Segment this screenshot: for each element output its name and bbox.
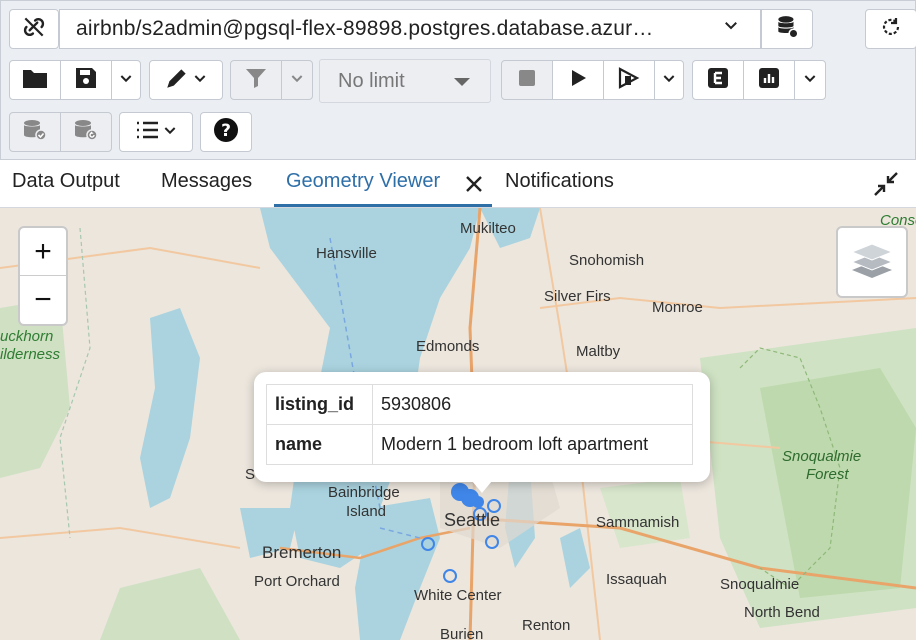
execute-options-dropdown[interactable]	[654, 60, 684, 100]
map-label: ilderness	[0, 346, 61, 363]
chevron-down-icon	[162, 122, 178, 143]
chevron-down-icon	[192, 70, 208, 91]
execute-button[interactable]	[552, 60, 604, 100]
layers-button[interactable]	[836, 226, 908, 298]
tab-geometry-viewer[interactable]: Geometry Viewer	[286, 170, 440, 193]
map-label: White Center	[414, 587, 502, 604]
attribute-value: 5930806	[372, 384, 693, 425]
stop-query-button[interactable]	[501, 60, 553, 100]
map-label: Island	[346, 503, 387, 520]
map-label: Bainbridge	[328, 484, 400, 501]
new-connection-button[interactable]	[761, 9, 813, 49]
chevron-down-icon	[289, 70, 305, 91]
layers-icon	[850, 240, 894, 285]
map-label: Burien	[440, 626, 484, 640]
map-label: Renton	[522, 617, 571, 634]
tab-notifications[interactable]: Notifications	[505, 170, 614, 193]
explain-analyze-button[interactable]	[743, 60, 795, 100]
chevron-down-icon	[118, 70, 134, 91]
map-label: Edmonds	[416, 338, 480, 355]
popup-tip	[472, 481, 492, 493]
explain-button[interactable]	[692, 60, 744, 100]
results-tabs: Data Output Messages Geometry Viewer Not…	[0, 160, 916, 208]
save-file-button[interactable]	[60, 60, 112, 100]
chevron-down-icon	[802, 70, 818, 91]
map-label: Issaquah	[606, 571, 667, 588]
database-icon	[774, 14, 800, 45]
svg-text:?: ?	[221, 121, 231, 141]
filter-button[interactable]	[230, 60, 282, 100]
database-check-icon	[22, 118, 48, 147]
row-limit-select[interactable]: No limit	[319, 59, 491, 103]
map-label: uckhorn	[0, 328, 54, 345]
map-label: Snohomish	[569, 252, 645, 269]
tab-data-output[interactable]: Data Output	[12, 170, 120, 193]
connection-select[interactable]: airbnb/s2admin@pgsql-flex-89898.postgres…	[59, 9, 761, 49]
question-circle-icon: ?	[213, 117, 239, 148]
active-tab-indicator	[274, 204, 492, 207]
attribute-key: listing_id	[266, 384, 373, 425]
map-label: Silver Firs	[544, 288, 611, 305]
zoom-in-button[interactable]: +	[20, 228, 66, 276]
database-rollback-icon	[73, 118, 99, 147]
pencil-icon	[164, 65, 190, 96]
map-label: Monroe	[652, 299, 703, 316]
save-options-dropdown[interactable]	[111, 60, 141, 100]
map-label: Mukilteo	[460, 220, 516, 237]
filter-icon	[244, 66, 268, 95]
edit-menu-button[interactable]	[149, 60, 223, 100]
map-label: Port Orchard	[254, 573, 340, 590]
map-label: Snoqualmie	[782, 448, 862, 465]
query-toolbar: airbnb/s2admin@pgsql-flex-89898.postgres…	[0, 0, 916, 160]
map-label: Forest	[806, 466, 849, 483]
play-icon	[568, 68, 588, 93]
folder-icon	[22, 67, 48, 94]
open-file-button[interactable]	[9, 60, 61, 100]
close-tab-icon[interactable]	[464, 174, 484, 199]
table-row: listing_id 5930806	[266, 384, 693, 425]
zoom-out-button[interactable]: −	[20, 276, 66, 324]
bar-chart-icon	[758, 67, 780, 94]
chevron-down-icon	[661, 70, 677, 91]
map-label: Hansville	[316, 245, 377, 262]
refresh-icon	[879, 15, 903, 44]
feature-attributes-table: listing_id 5930806 name Modern 1 bedroom…	[266, 384, 693, 465]
stop-icon	[517, 68, 537, 93]
explain-icon	[707, 67, 729, 94]
explain-options-dropdown[interactable]	[794, 60, 826, 100]
map-label: Bremerton	[262, 543, 342, 562]
connection-label: airbnb/s2admin@pgsql-flex-89898.postgres…	[76, 17, 654, 40]
zoom-control: + −	[18, 226, 68, 326]
floppy-disk-icon	[75, 67, 97, 94]
attribute-value: Modern 1 bedroom loft apartment	[372, 424, 693, 465]
map-label: North Bend	[744, 604, 820, 621]
map-label: Maltby	[576, 343, 621, 360]
list-icon	[134, 119, 160, 146]
caret-down-icon	[454, 78, 470, 86]
feature-popup: listing_id 5930806 name Modern 1 bedroom…	[254, 372, 710, 482]
macros-menu-button[interactable]	[119, 112, 193, 152]
rollback-button[interactable]	[60, 112, 112, 152]
filter-options-dropdown[interactable]	[281, 60, 313, 100]
execute-script-button[interactable]	[603, 60, 655, 100]
row-limit-label: No limit	[338, 69, 405, 92]
table-row: name Modern 1 bedroom loft apartment	[266, 424, 693, 465]
commit-button[interactable]	[9, 112, 61, 152]
refresh-button[interactable]	[865, 9, 916, 49]
map-label: Seattle	[444, 510, 501, 530]
play-script-icon	[617, 66, 641, 95]
help-button[interactable]: ?	[200, 112, 252, 152]
link-broken-icon	[21, 14, 47, 45]
attribute-key: name	[266, 424, 373, 465]
map-label: Snoqualmie	[720, 576, 800, 593]
minimize-panel-icon[interactable]	[872, 170, 900, 203]
map-label: Sammamish	[596, 514, 680, 531]
chevron-down-icon	[722, 16, 740, 40]
tab-messages[interactable]: Messages	[161, 170, 252, 193]
disconnect-button[interactable]	[9, 9, 59, 49]
